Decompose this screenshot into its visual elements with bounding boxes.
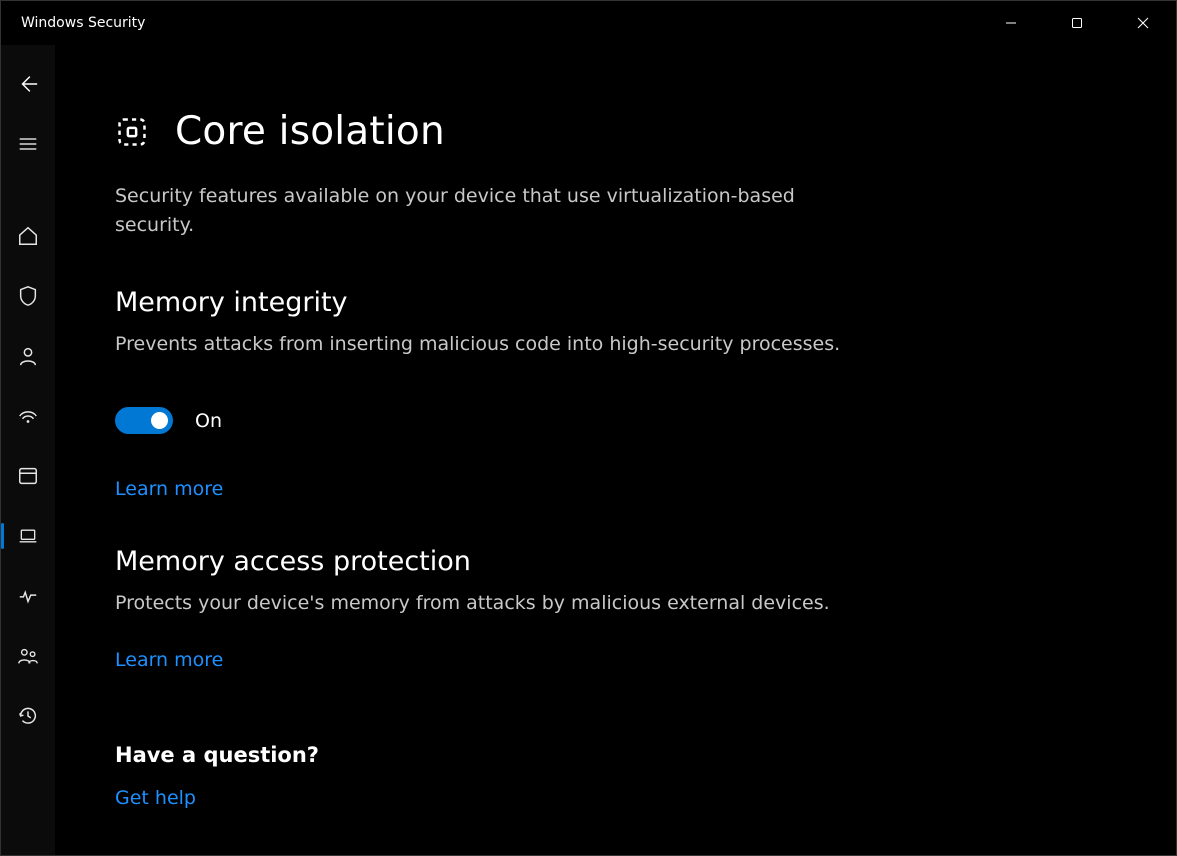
sidebar [1, 45, 55, 855]
page-title: Core isolation [175, 109, 445, 154]
sidebar-item-family[interactable] [1, 635, 55, 677]
memory-access-heading: Memory access protection [115, 546, 1116, 577]
sidebar-item-app-browser[interactable] [1, 455, 55, 497]
back-button[interactable] [1, 63, 55, 105]
laptop-icon [16, 526, 40, 546]
family-icon [16, 645, 40, 667]
page-header: Core isolation [115, 109, 1116, 154]
sidebar-item-firewall[interactable] [1, 395, 55, 437]
titlebar: Windows Security [1, 1, 1176, 45]
hamburger-icon [18, 134, 38, 154]
home-icon [17, 225, 39, 247]
heart-rate-icon [16, 585, 40, 607]
memory-integrity-toggle-row: On [115, 407, 1116, 434]
close-button[interactable] [1110, 1, 1176, 45]
history-icon [17, 705, 39, 727]
core-isolation-icon [115, 114, 149, 150]
window-body: Core isolation Security features availab… [1, 45, 1176, 855]
shield-icon [17, 285, 39, 307]
browser-icon [17, 465, 39, 487]
memory-integrity-desc: Prevents attacks from inserting maliciou… [115, 330, 855, 359]
sidebar-item-protection-history[interactable] [1, 695, 55, 737]
memory-integrity-toggle[interactable] [115, 407, 173, 434]
sidebar-item-account-protection[interactable] [1, 335, 55, 377]
app-window: Windows Security [0, 0, 1177, 856]
maximize-button[interactable] [1044, 1, 1110, 45]
main-content: Core isolation Security features availab… [55, 45, 1176, 855]
sidebar-item-device-performance[interactable] [1, 575, 55, 617]
window-controls [978, 1, 1176, 45]
hamburger-menu-button[interactable] [1, 123, 55, 165]
back-arrow-icon [17, 73, 39, 95]
minimize-button[interactable] [978, 1, 1044, 45]
sidebar-item-home[interactable] [1, 215, 55, 257]
have-a-question-heading: Have a question? [115, 743, 1116, 767]
window-title: Windows Security [21, 15, 145, 31]
page-subtitle: Security features available on your devi… [115, 182, 835, 241]
memory-access-learn-more-link[interactable]: Learn more [115, 649, 223, 671]
memory-integrity-heading: Memory integrity [115, 287, 1116, 318]
memory-integrity-learn-more-link[interactable]: Learn more [115, 478, 223, 500]
memory-access-desc: Protects your device's memory from attac… [115, 589, 855, 618]
person-icon [17, 345, 39, 367]
sidebar-item-virus-threat[interactable] [1, 275, 55, 317]
sidebar-item-device-security[interactable] [1, 515, 55, 557]
memory-integrity-toggle-label: On [195, 410, 222, 432]
wifi-icon [16, 405, 40, 427]
get-help-link[interactable]: Get help [115, 787, 196, 809]
